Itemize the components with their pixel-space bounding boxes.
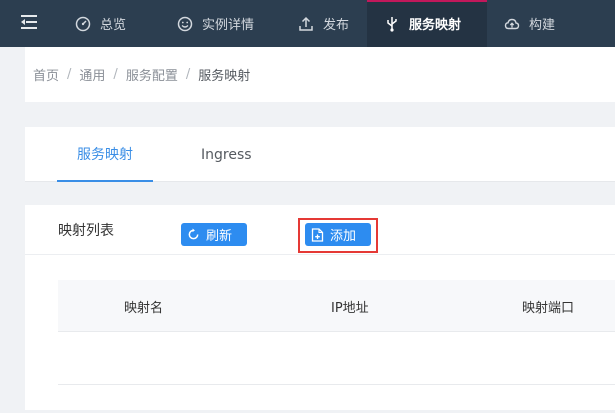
sub-tab-bar: 服务映射 Ingress (25, 127, 615, 182)
panel-header: 映射列表 刷新 添加 (25, 205, 615, 255)
tab-label: Ingress (201, 146, 252, 163)
nav-tab-instance-details[interactable]: 实例详情 (160, 0, 281, 47)
nav-tab-service-mapping[interactable]: 服务映射 (367, 0, 487, 47)
nav-tab-label: 构建 (529, 18, 556, 33)
column-header-ip-address: IP地址 (331, 300, 369, 316)
breadcrumb: 首页 / 通用 / 服务配置 / 服务映射 (25, 47, 615, 102)
table-header: 映射名 IP地址 映射端口 (58, 280, 615, 332)
mapping-list-panel: 映射列表 刷新 添加 映射名 IP地址 映射端口 (25, 205, 615, 410)
column-header-mapping-name: 映射名 (124, 300, 164, 316)
breadcrumb-current: 服务映射 (198, 69, 251, 84)
dashboard-icon (74, 15, 92, 33)
column-header-mapping-port: 映射端口 (522, 300, 575, 316)
breadcrumb-separator: / (67, 67, 72, 82)
panel-title: 映射列表 (58, 223, 114, 239)
nav-tab-publish[interactable]: 发布 (281, 0, 367, 47)
nav-tab-label: 总览 (100, 18, 127, 33)
table-body (58, 332, 615, 385)
cloud-upload-icon (503, 15, 521, 33)
breadcrumb-service-config-link[interactable]: 服务配置 (126, 65, 178, 84)
refresh-button-label: 刷新 (206, 229, 233, 244)
menu-toggle-button[interactable] (0, 0, 58, 47)
nav-tab-build[interactable]: 构建 (487, 0, 577, 47)
nav-tab-label: 实例详情 (202, 18, 255, 33)
top-navbar: 总览 实例详情 发布 服务映射 构建 (0, 0, 615, 47)
breadcrumb-separator: / (113, 67, 118, 82)
nav-tab-label: 发布 (322, 18, 349, 33)
tab-ingress[interactable]: Ingress (201, 127, 252, 182)
breadcrumb-separator: / (185, 67, 191, 82)
nav-tab-label: 服务映射 (409, 18, 462, 33)
refresh-icon (187, 228, 200, 241)
smile-icon (176, 15, 194, 33)
nav-tab-overview[interactable]: 总览 (58, 0, 160, 47)
upload-icon (297, 15, 315, 33)
add-button-label: 添加 (330, 229, 357, 244)
usb-icon (383, 15, 401, 33)
menu-fold-icon (19, 14, 39, 34)
mapping-table: 映射名 IP地址 映射端口 (58, 280, 615, 385)
tab-service-mapping[interactable]: 服务映射 (57, 127, 153, 182)
refresh-button[interactable]: 刷新 (181, 223, 247, 246)
tab-label: 服务映射 (77, 146, 133, 163)
breadcrumb-home-link[interactable]: 首页 (33, 65, 59, 84)
breadcrumb-general-link[interactable]: 通用 (79, 65, 105, 84)
add-file-icon (311, 227, 324, 242)
add-button[interactable]: 添加 (305, 223, 371, 246)
